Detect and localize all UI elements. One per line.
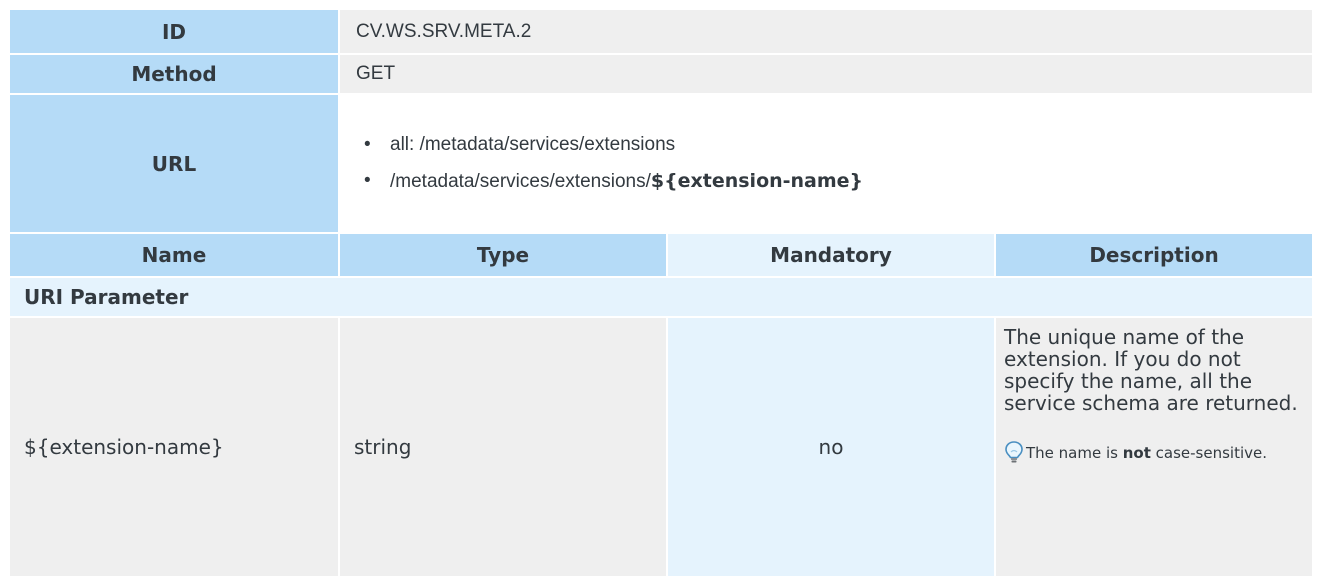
col-header-name: Name [10, 234, 338, 276]
page: ID CV.WS.SRV.META.2 Method GET URL all: … [0, 0, 1320, 586]
param-name: ${extension-name} [10, 318, 338, 576]
url-list: all: /metadata/services/extensions /meta… [340, 133, 1312, 194]
note-suffix: case-sensitive. [1150, 444, 1268, 462]
param-mandatory: no [668, 318, 994, 576]
col-header-description: Description [996, 234, 1313, 276]
url-list-item: /metadata/services/extensions/${extensio… [364, 169, 1312, 194]
section-row: URI Parameter [10, 278, 1313, 316]
id-value: CV.WS.SRV.META.2 [340, 10, 1313, 53]
lightbulb-icon [1004, 440, 1024, 470]
id-label: ID [10, 10, 338, 53]
param-note: The name is not case-sensitive. [1004, 440, 1298, 470]
url-label: URL [10, 95, 338, 232]
method-label: Method [10, 55, 338, 93]
url-row: URL all: /metadata/services/extensions /… [10, 95, 1313, 232]
api-spec-table: ID CV.WS.SRV.META.2 Method GET URL all: … [8, 8, 1314, 578]
section-title: URI Parameter [10, 278, 1313, 316]
col-header-type: Type [340, 234, 666, 276]
param-description: The unique name of the extension. If you… [1004, 325, 1298, 415]
method-row: Method GET [10, 55, 1313, 93]
id-row: ID CV.WS.SRV.META.2 [10, 10, 1313, 53]
column-header-row: Name Type Mandatory Description [10, 234, 1313, 276]
col-header-mandatory: Mandatory [668, 234, 994, 276]
note-bold: not [1122, 444, 1151, 462]
param-type: string [340, 318, 666, 576]
url-value-cell: all: /metadata/services/extensions /meta… [340, 95, 1313, 232]
note-prefix: The name is [1026, 444, 1123, 462]
table-row: ${extension-name} string no The unique n… [10, 318, 1313, 576]
method-value: GET [340, 55, 1313, 93]
url-all: all: /metadata/services/extensions [390, 134, 676, 155]
url-single-param: ${extension-name} [650, 170, 864, 192]
url-list-item: all: /metadata/services/extensions [364, 133, 1312, 157]
param-description-cell: The unique name of the extension. If you… [996, 318, 1313, 576]
url-single-prefix: /metadata/services/extensions/ [390, 171, 651, 192]
